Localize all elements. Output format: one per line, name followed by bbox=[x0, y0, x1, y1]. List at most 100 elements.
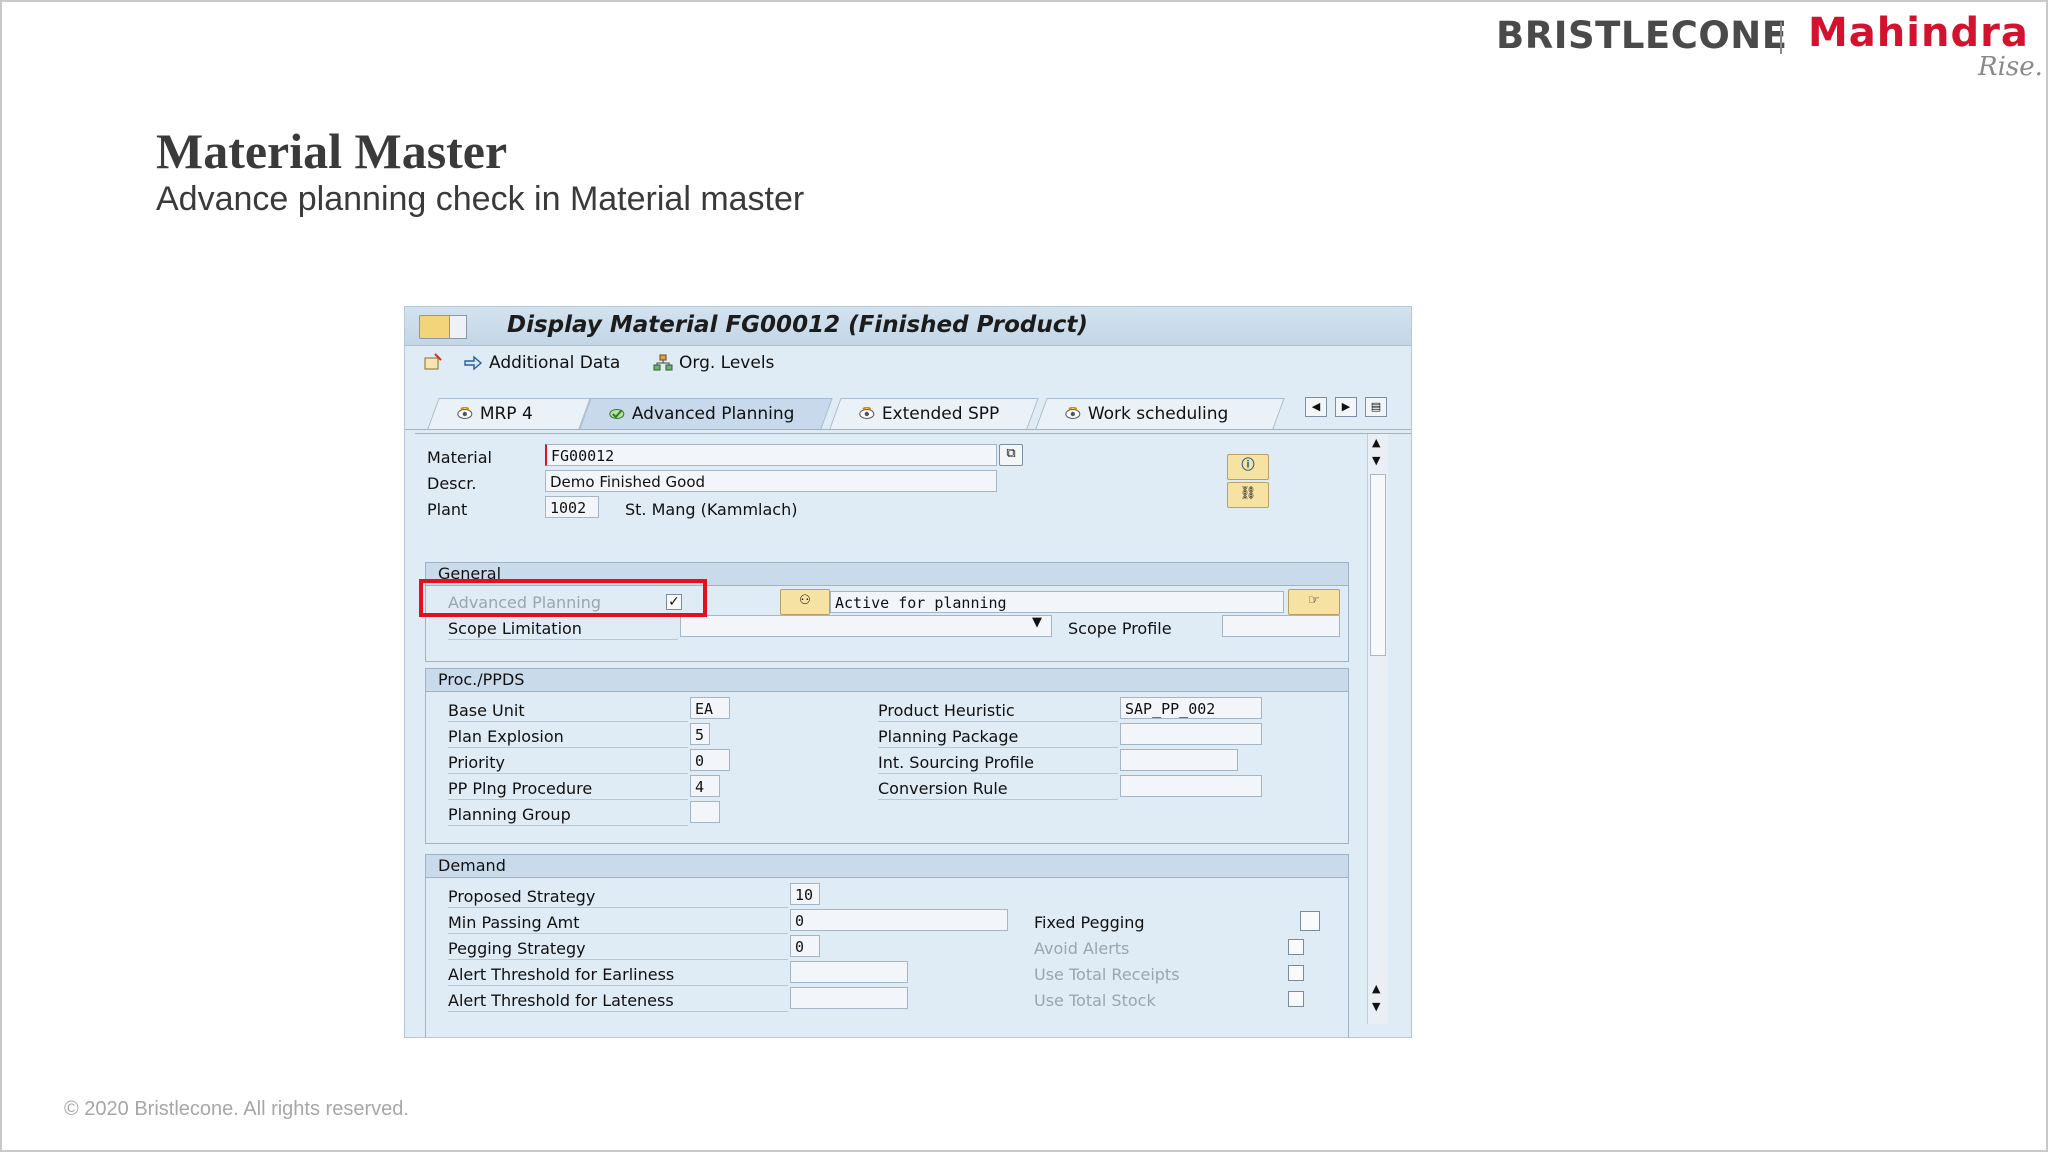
use-total-receipts-label: Use Total Receipts bbox=[1034, 965, 1180, 984]
planning-network-icon: ⚇ bbox=[799, 593, 811, 608]
tab-mrp4[interactable]: MRP 4 bbox=[427, 398, 591, 429]
alert-lateness-field[interactable] bbox=[790, 987, 908, 1009]
min-passing-amt-field[interactable]: 0 bbox=[790, 909, 1008, 931]
tab-advanced-planning[interactable]: Advanced Planning bbox=[579, 398, 833, 429]
slide-title: Material Master bbox=[156, 123, 508, 179]
fixed-pegging-label: Fixed Pegging bbox=[1034, 913, 1145, 932]
underline bbox=[448, 825, 688, 826]
sap-window: Display Material FG00012 (Finished Produ… bbox=[404, 306, 1412, 1038]
scroll-up-bottom-icon[interactable]: ▲ bbox=[1372, 982, 1380, 995]
int-sourcing-profile-field[interactable] bbox=[1120, 749, 1238, 771]
conversion-rule-field[interactable] bbox=[1120, 775, 1262, 797]
planning-group-label: Planning Group bbox=[448, 805, 571, 824]
tab-extended-spp-label: Extended SPP bbox=[881, 404, 1000, 424]
underline bbox=[448, 1011, 788, 1012]
planning-group-field[interactable] bbox=[690, 801, 720, 823]
dropdown-arrow-icon[interactable]: ▼ bbox=[1032, 615, 1042, 630]
planning-status-field: Active for planning bbox=[830, 591, 1284, 613]
activate-button[interactable]: ☞ bbox=[1288, 589, 1340, 615]
fixed-pegging-checkbox[interactable] bbox=[1300, 911, 1320, 931]
scroll-down-icon[interactable]: ▼ bbox=[1372, 454, 1380, 467]
system-menu-button[interactable] bbox=[419, 315, 467, 339]
tab-list-button[interactable]: ▤ bbox=[1365, 397, 1387, 417]
scope-profile-field[interactable] bbox=[1222, 615, 1340, 637]
underline bbox=[448, 639, 678, 640]
slide-subtitle: Advance planning check in Material maste… bbox=[156, 180, 805, 218]
scroll-thumb[interactable] bbox=[1370, 474, 1386, 656]
alert-lateness-label: Alert Threshold for Lateness bbox=[448, 991, 674, 1010]
base-unit-field[interactable]: EA bbox=[690, 697, 730, 719]
underline bbox=[448, 959, 788, 960]
application-toolbar: Additional Data Org. Levels bbox=[405, 346, 1411, 382]
demand-group: Demand Proposed Strategy 10 Min Passing … bbox=[425, 854, 1349, 1037]
use-total-receipts-checkbox[interactable] bbox=[1288, 965, 1304, 981]
org-levels-button[interactable]: Org. Levels bbox=[653, 353, 774, 373]
use-total-stock-label: Use Total Stock bbox=[1034, 991, 1156, 1010]
arrow-right-icon bbox=[464, 355, 483, 371]
product-heuristic-label: Product Heuristic bbox=[878, 701, 1015, 720]
avoid-alerts-checkbox[interactable] bbox=[1288, 939, 1304, 955]
pp-plng-procedure-field[interactable]: 4 bbox=[690, 775, 720, 797]
material-label: Material bbox=[427, 448, 492, 467]
eye-icon bbox=[457, 407, 473, 419]
material-field[interactable]: FG00012 bbox=[545, 444, 997, 466]
underline bbox=[878, 773, 1118, 774]
tab-work-scheduling-label: Work scheduling bbox=[1087, 404, 1229, 424]
planning-status-button[interactable]: ⚇ bbox=[780, 589, 830, 615]
plan-explosion-label: Plan Explosion bbox=[448, 727, 564, 746]
plant-field[interactable]: 1002 bbox=[545, 496, 599, 518]
scope-limitation-select[interactable] bbox=[680, 615, 1052, 637]
tab-work-scheduling[interactable]: Work scheduling bbox=[1035, 398, 1285, 429]
org-structure-icon bbox=[653, 354, 673, 371]
proposed-strategy-field[interactable]: 10 bbox=[790, 883, 820, 905]
additional-data-label: Additional Data bbox=[489, 353, 621, 373]
underline bbox=[448, 721, 688, 722]
int-sourcing-profile-label: Int. Sourcing Profile bbox=[878, 753, 1034, 772]
use-total-stock-checkbox[interactable] bbox=[1288, 991, 1304, 1007]
hand-arrow-icon: ☞ bbox=[1308, 593, 1320, 608]
underline bbox=[448, 933, 788, 934]
scroll-up-icon[interactable]: ▲ bbox=[1372, 436, 1380, 449]
proposed-strategy-label: Proposed Strategy bbox=[448, 887, 596, 906]
descr-label: Descr. bbox=[427, 474, 477, 493]
pegging-strategy-label: Pegging Strategy bbox=[448, 939, 586, 958]
copy-button[interactable]: ⧉ bbox=[999, 444, 1023, 466]
link-icon: ⛓ bbox=[1239, 486, 1257, 501]
tab-scroll-right-button[interactable]: ▶ bbox=[1335, 397, 1357, 417]
scope-limitation-label: Scope Limitation bbox=[448, 619, 582, 638]
priority-field[interactable]: 0 bbox=[690, 749, 730, 771]
additional-data-button[interactable]: Additional Data bbox=[463, 353, 620, 373]
logo-separator bbox=[1780, 22, 1782, 54]
product-heuristic-field[interactable]: SAP_PP_002 bbox=[1120, 697, 1262, 719]
priority-label: Priority bbox=[448, 753, 505, 772]
check-eye-icon bbox=[609, 409, 625, 419]
vertical-scrollbar[interactable]: ▲ ▼ ▲ ▼ bbox=[1367, 434, 1388, 1024]
org-levels-label: Org. Levels bbox=[679, 353, 775, 373]
tab-scroll-left-button[interactable]: ◀ bbox=[1305, 397, 1327, 417]
mahindra-logo: Mahindra bbox=[1808, 10, 2029, 56]
planning-package-field[interactable] bbox=[1120, 723, 1262, 745]
highlight-box bbox=[419, 579, 707, 617]
scroll-down-bottom-icon[interactable]: ▼ bbox=[1372, 1000, 1380, 1013]
tab-extended-spp[interactable]: Extended SPP bbox=[829, 398, 1039, 429]
info-icon: ⓘ bbox=[1241, 458, 1255, 473]
link-button[interactable]: ⛓ bbox=[1227, 482, 1269, 508]
plant-name: St. Mang (Kammlach) bbox=[625, 500, 798, 519]
window-title: Display Material FG00012 (Finished Produ… bbox=[507, 312, 1088, 338]
pp-plng-procedure-label: PP Plng Procedure bbox=[448, 779, 593, 798]
display-change-button[interactable] bbox=[423, 353, 443, 371]
rise-logo: Rise. bbox=[1978, 52, 2043, 82]
display-change-icon bbox=[424, 353, 442, 370]
alert-earliness-field[interactable] bbox=[790, 961, 908, 983]
underline bbox=[448, 907, 788, 908]
description-field[interactable]: Demo Finished Good bbox=[545, 470, 997, 492]
pegging-strategy-field[interactable]: 0 bbox=[790, 935, 820, 957]
info-button[interactable]: ⓘ bbox=[1227, 454, 1269, 480]
eye-icon bbox=[859, 407, 875, 419]
underline bbox=[878, 721, 1118, 722]
plant-label: Plant bbox=[427, 500, 468, 519]
plan-explosion-field[interactable]: 5 bbox=[690, 723, 710, 745]
underline bbox=[448, 799, 688, 800]
alert-earliness-label: Alert Threshold for Earliness bbox=[448, 965, 675, 984]
tab-content: Material FG00012 ⧉ Descr. Demo Finished … bbox=[415, 433, 1411, 1037]
